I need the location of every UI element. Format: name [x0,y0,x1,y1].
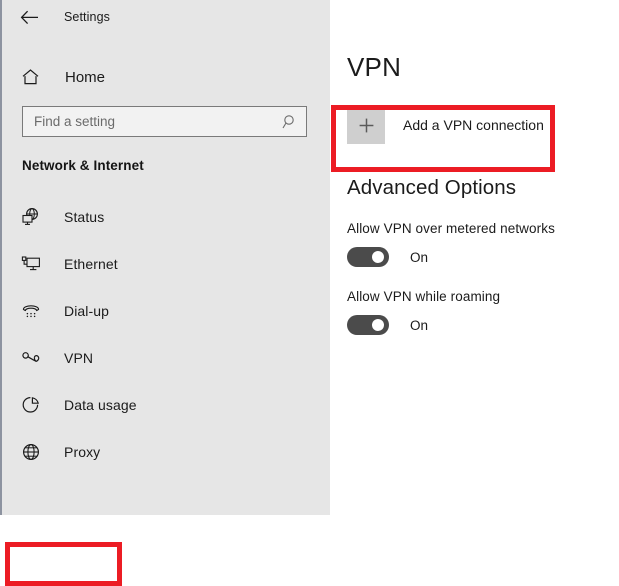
toggle-state-label: On [410,317,429,333]
setting-allow-vpn-roaming: Allow VPN while roaming On [347,289,619,335]
toggle-allow-vpn-roaming[interactable] [347,315,389,335]
search-box[interactable] [22,106,307,137]
sidebar-item-home[interactable]: Home [2,60,330,94]
page-title: VPN [347,52,402,82]
sidebar-item-dialup[interactable]: Dial-up [2,287,330,334]
sidebar-item-home-label: Home [65,68,106,86]
sidebar-item-data-usage-label: Data usage [64,396,137,413]
sidebar-item-proxy-label: Proxy [64,443,101,460]
sidebar-item-vpn-label: VPN [64,349,94,366]
setting-label: Allow VPN over metered networks [347,221,555,236]
sidebar-item-proxy[interactable]: Proxy [2,428,330,475]
setting-allow-vpn-metered: Allow VPN over metered networks On [347,221,619,267]
dialup-phone-icon [21,301,45,321]
home-icon [21,68,43,86]
sidebar-item-vpn[interactable]: VPN [2,334,330,381]
plus-icon [347,106,385,144]
app-title: Settings [64,10,110,24]
ethernet-monitor-icon [21,254,45,274]
setting-label: Allow VPN while roaming [347,289,501,304]
settings-window: Settings Home Network & Internet [0,0,619,586]
toggle-knob [372,319,384,331]
highlight-box-vpn-item [5,542,122,586]
toggle-allow-vpn-metered[interactable] [347,247,389,267]
sidebar-item-status-label: Status [64,208,105,225]
toggle-row: On [347,247,619,267]
status-globe-monitor-icon [21,207,45,227]
back-arrow-icon [20,10,38,24]
add-vpn-connection-label: Add a VPN connection [403,117,544,133]
back-button[interactable] [16,4,42,30]
sidebar: Settings Home Network & Internet [0,0,330,586]
toggle-knob [372,251,384,263]
advanced-options-heading: Advanced Options [347,176,517,199]
sidebar-nav: Status Ethernet Dial-up VPN Data usage P… [2,193,330,586]
sidebar-item-ethernet-label: Ethernet [64,255,118,272]
sidebar-item-status[interactable]: Status [2,193,330,240]
toggle-row: On [347,315,619,335]
sidebar-item-data-usage[interactable]: Data usage [2,381,330,428]
title-bar: Settings [2,0,330,34]
data-usage-pie-icon [21,395,45,415]
main-content: VPN Add a VPN connection Advanced Option… [330,0,619,515]
sidebar-item-dialup-label: Dial-up [64,302,110,319]
add-vpn-connection-button[interactable]: Add a VPN connection [347,106,544,144]
proxy-globe-icon [21,442,45,462]
sidebar-item-ethernet[interactable]: Ethernet [2,240,330,287]
search-input[interactable] [23,107,306,136]
vpn-key-icon [21,349,45,367]
toggle-state-label: On [410,249,429,265]
sidebar-category-title: Network & Internet [22,158,144,173]
